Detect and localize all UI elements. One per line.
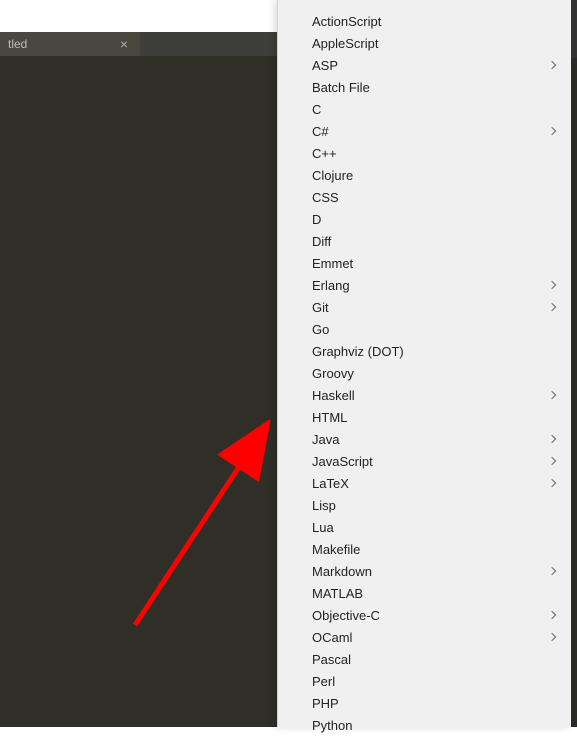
chevron-right-icon [549,479,557,487]
menu-item-c-[interactable]: C++ [278,142,571,164]
chevron-right-icon [549,611,557,619]
menu-item-label: Go [312,322,329,337]
menu-item-label: ActionScript [312,14,381,29]
syntax-menu-list: ActionScript AppleScript ASP Batch File C C# C… [278,0,571,736]
chevron-right-icon [549,127,557,135]
menu-item-label: ASP [312,58,338,73]
right-edge-strip [571,0,577,727]
menu-item-label: CSS [312,190,339,205]
menu-item-pascal[interactable]: Pascal [278,648,571,670]
menu-item-label: Groovy [312,366,354,381]
syntax-menu-panel: ActionScript AppleScript ASP Batch File C C# C… [277,0,571,727]
menu-item-objective-c[interactable]: Objective-C [278,604,571,626]
menu-item-javascript[interactable]: JavaScript [278,450,571,472]
menu-item-label: LaTeX [312,476,349,491]
menu-item-go[interactable]: Go [278,318,571,340]
menu-item-markdown[interactable]: Markdown [278,560,571,582]
menu-item-lua[interactable]: Lua [278,516,571,538]
menu-item-graphviz-dot-[interactable]: Graphviz (DOT) [278,340,571,362]
menu-item-label: OCaml [312,630,352,645]
chevron-right-icon [549,61,557,69]
menu-item-ocaml[interactable]: OCaml [278,626,571,648]
menu-item-php[interactable]: PHP [278,692,571,714]
menu-item-d[interactable]: D [278,208,571,230]
menu-item-label: Haskell [312,388,355,403]
menu-item-erlang[interactable]: Erlang [278,274,571,296]
menu-item-haskell[interactable]: Haskell [278,384,571,406]
menu-item-applescript[interactable]: AppleScript [278,32,571,54]
menu-item-css[interactable]: CSS [278,186,571,208]
menu-item-c-[interactable]: C# [278,120,571,142]
menu-item-label: Emmet [312,256,353,271]
menu-item-label: C# [312,124,329,139]
menu-item-label: C [312,102,321,117]
menu-item-label: Lua [312,520,334,535]
menu-item-perl[interactable]: Perl [278,670,571,692]
menu-item-asp[interactable]: ASP [278,54,571,76]
menu-item-label: Git [312,300,329,315]
menu-item-groovy[interactable]: Groovy [278,362,571,384]
menu-item-label: Perl [312,674,335,689]
menu-item-label: C++ [312,146,337,161]
menu-item-emmet[interactable]: Emmet [278,252,571,274]
top-strip [0,0,277,32]
menu-item-java[interactable]: Java [278,428,571,450]
chevron-right-icon [549,435,557,443]
chevron-right-icon [549,391,557,399]
menu-item-lisp[interactable]: Lisp [278,494,571,516]
menu-item-git[interactable]: Git [278,296,571,318]
menu-item-label: Batch File [312,80,370,95]
menu-item-label: Pascal [312,652,351,667]
chevron-right-icon [549,633,557,641]
menu-item-label: Clojure [312,168,353,183]
menu-item-label: Graphviz (DOT) [312,344,404,359]
editor-background: tled × [0,0,277,727]
chevron-right-icon [549,281,557,289]
menu-item-diff[interactable]: Diff [278,230,571,252]
menu-item-label: Python [312,718,352,733]
menu-item-matlab[interactable]: MATLAB [278,582,571,604]
menu-item-label: Erlang [312,278,350,293]
menu-item-label: PHP [312,696,339,711]
menu-item-label: Markdown [312,564,372,579]
close-icon[interactable]: × [116,36,132,52]
menu-item-actionscript[interactable]: ActionScript [278,10,571,32]
editor-area[interactable] [0,56,277,727]
menu-item-label: Java [312,432,339,447]
chevron-right-icon [549,457,557,465]
menu-item-label: HTML [312,410,347,425]
menu-item-label: JavaScript [312,454,373,469]
menu-item-label: Objective-C [312,608,380,623]
menu-item-python[interactable]: Python [278,714,571,736]
menu-item-label: Lisp [312,498,336,513]
menu-item-latex[interactable]: LaTeX [278,472,571,494]
menu-item-c[interactable]: C [278,98,571,120]
chevron-right-icon [549,567,557,575]
menu-item-makefile[interactable]: Makefile [278,538,571,560]
tab-label: tled [8,37,27,51]
menu-item-label: D [312,212,321,227]
chevron-right-icon [549,303,557,311]
tab-bar: tled × [0,32,277,56]
menu-item-html[interactable]: HTML [278,406,571,428]
menu-item-label: Makefile [312,542,360,557]
menu-item-label: AppleScript [312,36,378,51]
menu-item-label: MATLAB [312,586,363,601]
menu-item-batch-file[interactable]: Batch File [278,76,571,98]
tab-untitled[interactable]: tled × [0,32,140,56]
menu-item-label: Diff [312,234,331,249]
menu-item-clojure[interactable]: Clojure [278,164,571,186]
